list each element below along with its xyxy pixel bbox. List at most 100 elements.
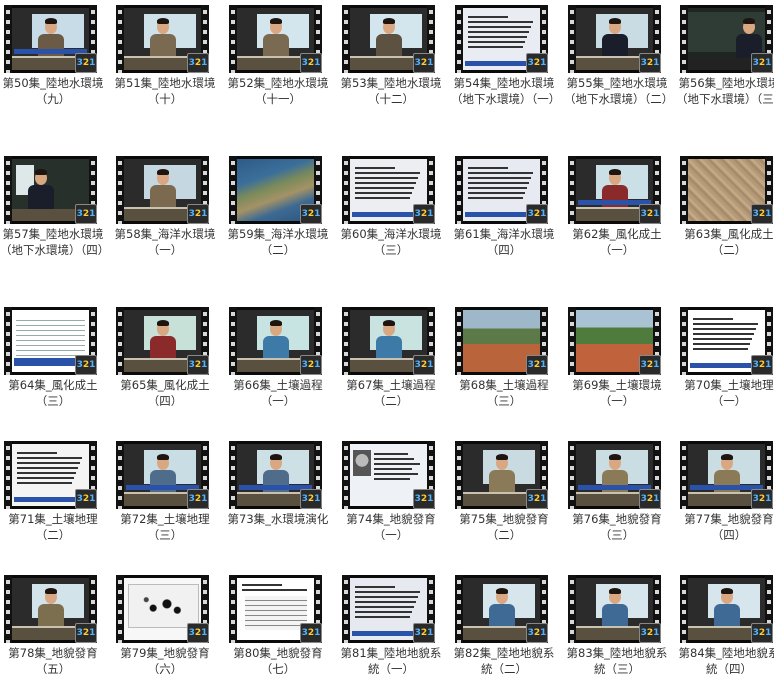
channel-logo-icon: 321	[413, 489, 435, 509]
episode-title-link[interactable]: 第73集_水環境演化	[225, 511, 331, 527]
film-strip-left	[455, 5, 463, 73]
lecturer-hair	[270, 18, 282, 24]
episode-title-link[interactable]: 第62集_風化成土（一）	[564, 226, 670, 258]
episode-title-link[interactable]: 第75集_地貌發育（二）	[451, 511, 557, 543]
slide-text-lines	[468, 164, 535, 202]
film-strip-left	[229, 5, 237, 73]
episode-title-link[interactable]: 第76集_地貌發育（三）	[564, 511, 670, 543]
video-thumbnail[interactable]: 321	[455, 441, 548, 509]
channel-logo-icon: 321	[751, 204, 773, 224]
episode-title-link[interactable]: 第56集_陸地水環境（地下水環境）（三）	[676, 75, 774, 107]
lecturer-hair	[35, 169, 47, 175]
channel-logo-icon: 321	[75, 355, 97, 375]
episode-title-link[interactable]: 第52集_陸地水環境（十一）	[225, 75, 331, 107]
video-thumbnail[interactable]: 321	[342, 441, 435, 509]
video-thumbnail[interactable]: 321	[342, 307, 435, 375]
episode-title-link[interactable]: 第66集_土壤過程（一）	[225, 377, 331, 409]
episode-title-link[interactable]: 第74集_地貌發育（一）	[338, 511, 444, 543]
channel-logo-icon: 321	[639, 204, 661, 224]
video-thumbnail[interactable]: 321	[455, 156, 548, 224]
episode-title-link[interactable]: 第59集_海洋水環境（二）	[225, 226, 331, 258]
episode-title-link[interactable]: 第67集_土壤過程（二）	[338, 377, 444, 409]
video-thumbnail[interactable]: 321	[680, 5, 773, 73]
film-strip-left	[342, 575, 350, 643]
video-thumbnail[interactable]: 321	[568, 441, 661, 509]
episode-title-link[interactable]: 第58集_海洋水環境（一）	[112, 226, 218, 258]
channel-logo-icon: 321	[751, 355, 773, 375]
film-strip-left	[342, 441, 350, 509]
video-thumbnail[interactable]: 321	[455, 575, 548, 643]
film-strip-left	[568, 307, 576, 375]
episode-title-link[interactable]: 第78集_地貌發育（五）	[0, 645, 106, 677]
video-thumbnail[interactable]: 321	[116, 307, 209, 375]
episode-title-link[interactable]: 第55集_陸地水環境（地下水環境）（二）	[564, 75, 673, 107]
video-thumbnail[interactable]: 321	[455, 307, 548, 375]
video-thumbnail[interactable]: 321	[229, 156, 322, 224]
channel-logo-icon: 321	[75, 623, 97, 643]
video-thumbnail[interactable]: 321	[116, 575, 209, 643]
episode-title-link[interactable]: 第50集_陸地水環境（九）	[0, 75, 106, 107]
lecturer-hair	[45, 18, 57, 24]
video-thumbnail[interactable]: 321	[455, 5, 548, 73]
slide-text-lines	[693, 315, 760, 353]
channel-logo-icon: 321	[75, 489, 97, 509]
video-thumbnail[interactable]: 321	[116, 156, 209, 224]
episode-title-link[interactable]: 第69集_土壤環境（一）	[564, 377, 670, 409]
episode-title-link[interactable]: 第64集_風化成土（三）	[0, 377, 106, 409]
lecturer-hair	[609, 588, 621, 594]
video-thumbnail[interactable]: 321	[4, 441, 97, 509]
video-thumbnail[interactable]: 321	[4, 5, 97, 73]
video-thumbnail[interactable]: 321	[680, 156, 773, 224]
video-thumbnail[interactable]: 321	[229, 307, 322, 375]
episode-title-link[interactable]: 第57集_陸地水環境（地下水環境）（四）	[0, 226, 109, 258]
slide-text-lines	[355, 583, 422, 621]
film-strip-left	[229, 156, 237, 224]
episode-title-link[interactable]: 第61集_海洋水環境（四）	[451, 226, 557, 258]
video-thumbnail[interactable]: 321	[229, 441, 322, 509]
video-thumbnail[interactable]: 321	[229, 5, 322, 73]
episode-title-link[interactable]: 第80集_地貌發育（七）	[225, 645, 331, 677]
video-thumbnail[interactable]: 321	[4, 575, 97, 643]
episode-title-link[interactable]: 第77集_地貌發育（四）	[676, 511, 774, 543]
video-thumbnail[interactable]: 321	[568, 5, 661, 73]
episode-title-link[interactable]: 第53集_陸地水環境（十二）	[338, 75, 444, 107]
film-strip-left	[680, 307, 688, 375]
video-thumbnail[interactable]: 321	[568, 156, 661, 224]
video-thumbnail[interactable]: 321	[229, 575, 322, 643]
film-strip-left	[116, 5, 124, 73]
channel-logo-icon: 321	[526, 53, 548, 73]
video-thumbnail[interactable]: 321	[680, 307, 773, 375]
video-thumbnail[interactable]: 321	[342, 575, 435, 643]
video-thumbnail[interactable]: 321	[4, 156, 97, 224]
episode-title-link[interactable]: 第71集_土壤地理（二）	[0, 511, 106, 543]
channel-logo-icon: 321	[639, 623, 661, 643]
episode-title-link[interactable]: 第72集_土壤地理（三）	[112, 511, 218, 543]
episode-title-link[interactable]: 第83集_陸地地貌系統（三）	[564, 645, 670, 677]
episode-title-link[interactable]: 第60集_海洋水環境（三）	[338, 226, 444, 258]
episode-title-link[interactable]: 第70集_土壤地理（一）	[676, 377, 774, 409]
episode-title-link[interactable]: 第68集_土壤過程（三）	[451, 377, 557, 409]
video-thumbnail[interactable]: 321	[568, 575, 661, 643]
episode-title-link[interactable]: 第54集_陸地水環境（地下水環境）（一）	[451, 75, 560, 107]
video-thumbnail[interactable]: 321	[116, 441, 209, 509]
episode-title-link[interactable]: 第84集_陸地地貌系統（四）	[676, 645, 774, 677]
episode-title-link[interactable]: 第51集_陸地水環境（十）	[112, 75, 218, 107]
video-thumbnail[interactable]: 321	[342, 156, 435, 224]
video-thumbnail[interactable]: 321	[4, 307, 97, 375]
episode-title-link[interactable]: 第79集_地貌發育（六）	[112, 645, 218, 677]
video-thumbnail[interactable]: 321	[116, 5, 209, 73]
episode-title-link[interactable]: 第65集_風化成土（四）	[112, 377, 218, 409]
slide-text-lines	[242, 581, 309, 594]
film-strip-left	[342, 156, 350, 224]
episode-title-link[interactable]: 第63集_風化成土（二）	[676, 226, 774, 258]
video-thumbnail[interactable]: 321	[342, 5, 435, 73]
episode-title-link[interactable]: 第81集_陸地地貌系統（一）	[338, 645, 444, 677]
film-strip-left	[680, 156, 688, 224]
video-thumbnail[interactable]: 321	[568, 307, 661, 375]
video-thumbnail[interactable]: 321	[680, 441, 773, 509]
video-thumbnail[interactable]: 321	[680, 575, 773, 643]
channel-logo-icon: 321	[639, 489, 661, 509]
episode-title-link[interactable]: 第82集_陸地地貌系統（二）	[451, 645, 557, 677]
channel-logo-icon: 321	[187, 355, 209, 375]
film-strip-left	[455, 307, 463, 375]
